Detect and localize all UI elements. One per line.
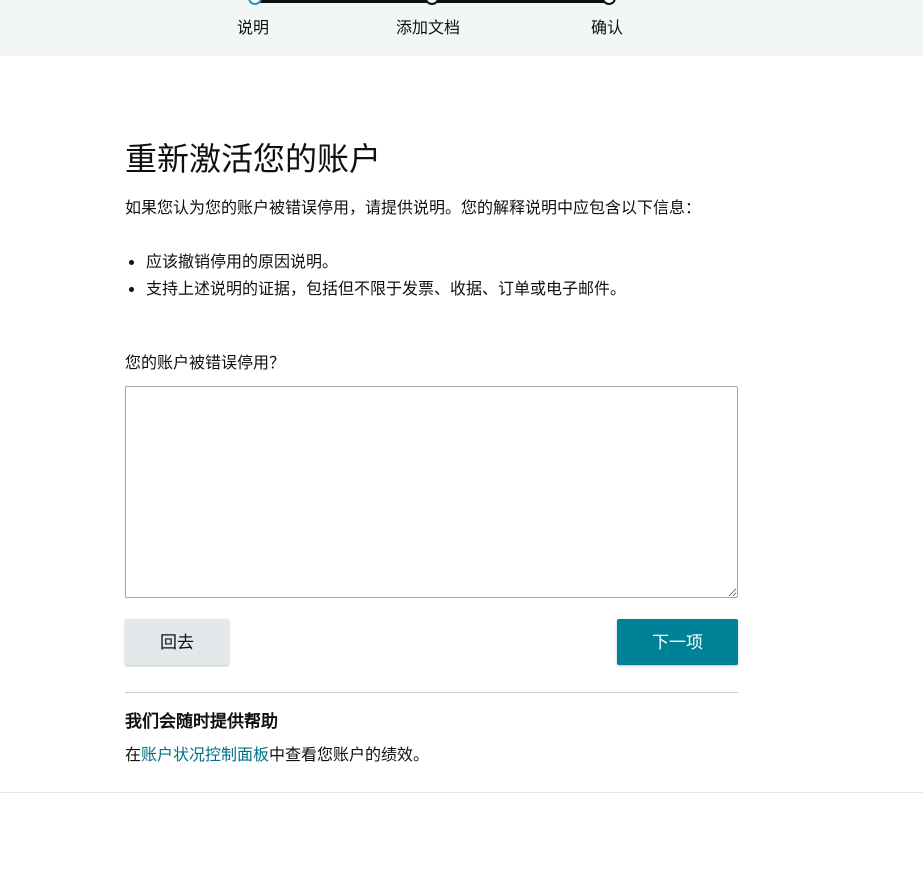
- intro-text: 如果您认为您的账户被错误停用，请提供说明。您的解释说明中应包含以下信息：: [125, 198, 702, 217]
- back-button[interactable]: 回去: [125, 619, 229, 665]
- step-2-indicator: [425, 0, 439, 5]
- help-text-after: 中查看您账户的绩效。: [269, 745, 430, 764]
- page-title: 重新激活您的账户: [125, 140, 382, 178]
- step-1-label: 说明: [237, 18, 270, 37]
- step-1-indicator: [248, 0, 262, 5]
- progress-header: 说明 添加文档 确认: [0, 0, 923, 56]
- footer-divider: [0, 792, 923, 793]
- bullet-icon: [129, 287, 134, 292]
- bullet-icon: [129, 260, 134, 265]
- step-3-indicator: [602, 0, 616, 5]
- help-title: 我们会随时提供帮助: [125, 712, 278, 732]
- help-text-before: 在: [125, 745, 142, 764]
- list-item-text: 支持上述说明的证据，包括但不限于发票、收据、订单或电子邮件。: [146, 279, 627, 298]
- list-item: 支持上述说明的证据，包括但不限于发票、收据、订单或电子邮件。: [125, 277, 745, 304]
- step-2-label: 添加文档: [396, 18, 461, 37]
- next-button[interactable]: 下一项: [617, 619, 738, 665]
- account-health-dashboard-link[interactable]: 账户状况控制面板: [141, 745, 269, 764]
- requirements-list: 应该撤销停用的原因说明。 支持上述说明的证据，包括但不限于发票、收据、订单或电子…: [125, 250, 745, 304]
- list-item-text: 应该撤销停用的原因说明。: [146, 252, 339, 271]
- section-divider: [125, 692, 738, 693]
- step-3-label: 确认: [591, 18, 624, 37]
- question-label: 您的账户被错误停用？: [125, 353, 286, 372]
- explanation-textarea[interactable]: [125, 386, 738, 598]
- help-text: 在账户状况控制面板中查看您账户的绩效。: [125, 744, 429, 766]
- list-item: 应该撤销停用的原因说明。: [125, 250, 745, 277]
